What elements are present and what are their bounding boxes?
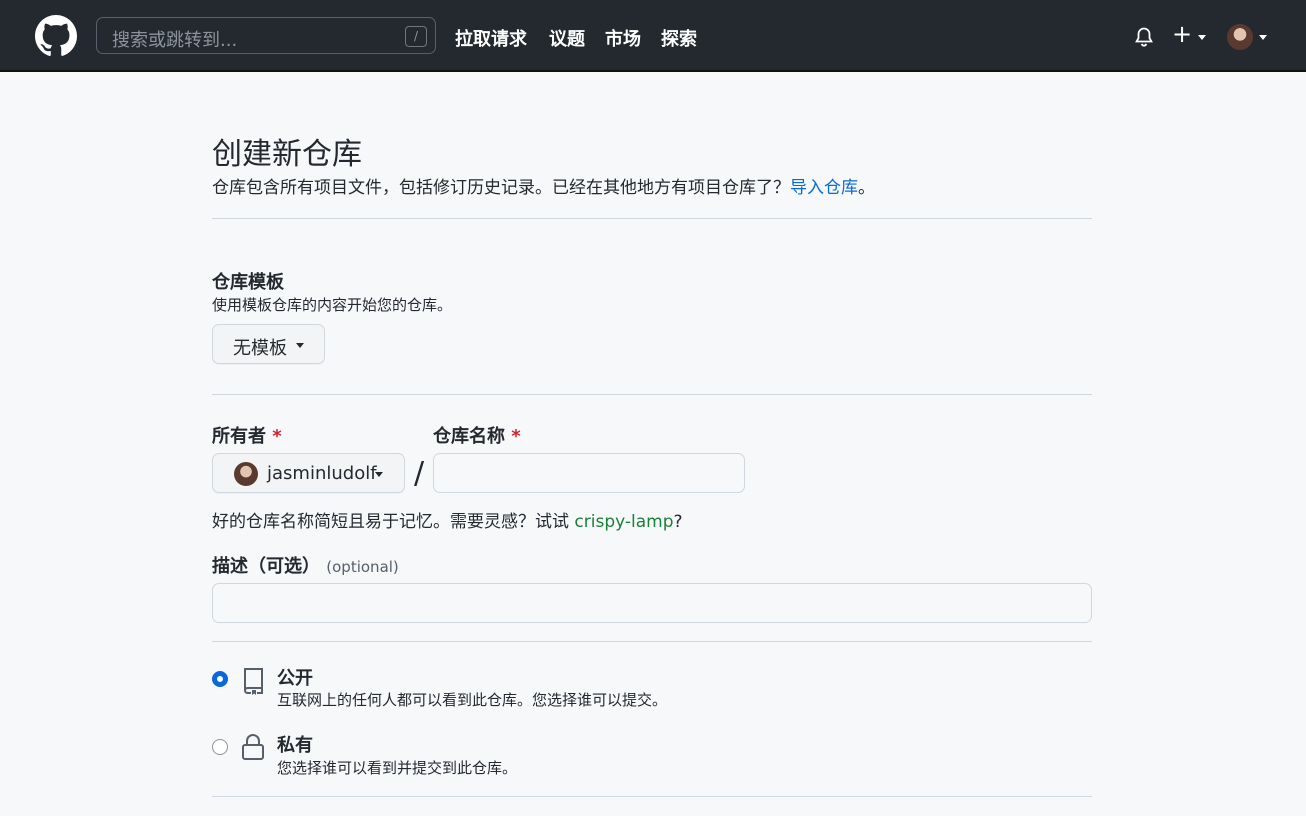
notification-bell-icon[interactable]	[1133, 26, 1155, 48]
chevron-down-icon	[296, 343, 304, 348]
owner-dropdown-button[interactable]: jasminludolf	[212, 453, 405, 493]
chevron-down-icon	[1198, 35, 1206, 40]
owner-label: 所有者 *	[212, 422, 282, 448]
repo-name-suggestion: 好的仓库名称简短且易于记忆。需要灵感？试试 crispy-lamp?	[212, 507, 683, 532]
divider	[212, 394, 1092, 395]
owner-repo-separator: /	[414, 456, 425, 491]
chevron-down-icon	[375, 472, 383, 477]
owner-avatar	[234, 462, 258, 486]
divider	[212, 218, 1092, 219]
owner-label-text: 所有者	[212, 426, 266, 447]
repo-name-label-text: 仓库名称	[433, 426, 505, 447]
github-logo-icon[interactable]	[35, 15, 77, 57]
public-radio[interactable]	[212, 671, 228, 687]
template-selected-value: 无模板	[233, 338, 287, 359]
template-help: 使用模板仓库的内容开始您的仓库。	[212, 296, 453, 314]
private-radio[interactable]	[212, 739, 228, 755]
repo-name-input[interactable]	[433, 453, 745, 493]
page-subtitle: 仓库包含所有项目文件，包括修订历史记录。已经在其他地方有项目仓库了？导入仓库。	[212, 173, 875, 198]
private-title: 私有	[277, 735, 313, 756]
nav-explore[interactable]: 探索	[661, 25, 697, 51]
suggested-name-link[interactable]: crispy-lamp	[574, 512, 673, 532]
optional-hint: (optional)	[326, 558, 399, 576]
public-description: 互联网上的任何人都可以看到此仓库。您选择谁可以提交。	[277, 691, 668, 709]
description-input[interactable]	[212, 583, 1092, 623]
nav-pull-requests[interactable]: 拉取请求	[455, 25, 527, 51]
nav-issues[interactable]: 议题	[549, 25, 585, 51]
search-shortcut-key: /	[405, 26, 427, 47]
divider	[212, 796, 1092, 797]
repo-name-label: 仓库名称 *	[433, 422, 521, 448]
public-title: 公开	[277, 668, 313, 689]
subtitle-end: 。	[858, 178, 875, 198]
required-marker: *	[272, 426, 282, 447]
suggestion-text: 好的仓库名称简短且易于记忆。需要灵感？试试	[212, 512, 575, 532]
divider	[212, 641, 1092, 642]
template-dropdown-button[interactable]: 无模板	[212, 324, 325, 364]
owner-value: jasminludolf	[267, 463, 377, 484]
nav-marketplace[interactable]: 市场	[605, 25, 641, 51]
description-label-text: 描述（可选）	[212, 556, 320, 577]
lock-icon	[242, 734, 264, 760]
create-repo-form: 创建新仓库 仓库包含所有项目文件，包括修订历史记录。已经在其他地方有项目仓库了？…	[212, 72, 1092, 816]
top-navigation-bar: 搜索或跳转到... / 拉取请求 议题 市场 探索 +	[0, 0, 1306, 72]
suggestion-end: ?	[673, 512, 683, 532]
create-new-menu[interactable]: +	[1172, 20, 1210, 50]
plus-icon: +	[1172, 20, 1193, 48]
subtitle-text: 仓库包含所有项目文件，包括修订历史记录。已经在其他地方有项目仓库了？	[212, 178, 790, 198]
private-description: 您选择谁可以看到并提交到此仓库。	[277, 759, 518, 777]
import-repository-link[interactable]: 导入仓库	[790, 178, 858, 198]
repo-icon	[244, 668, 263, 695]
user-avatar[interactable]	[1227, 24, 1253, 50]
template-label: 仓库模板	[212, 272, 284, 293]
search-placeholder: 搜索或跳转到...	[112, 30, 238, 51]
description-label: 描述（可选） (optional)	[212, 552, 399, 578]
page-title: 创建新仓库	[212, 137, 362, 172]
required-marker: *	[511, 426, 521, 447]
chevron-down-icon[interactable]	[1259, 35, 1267, 40]
search-input[interactable]: 搜索或跳转到... /	[96, 17, 436, 54]
